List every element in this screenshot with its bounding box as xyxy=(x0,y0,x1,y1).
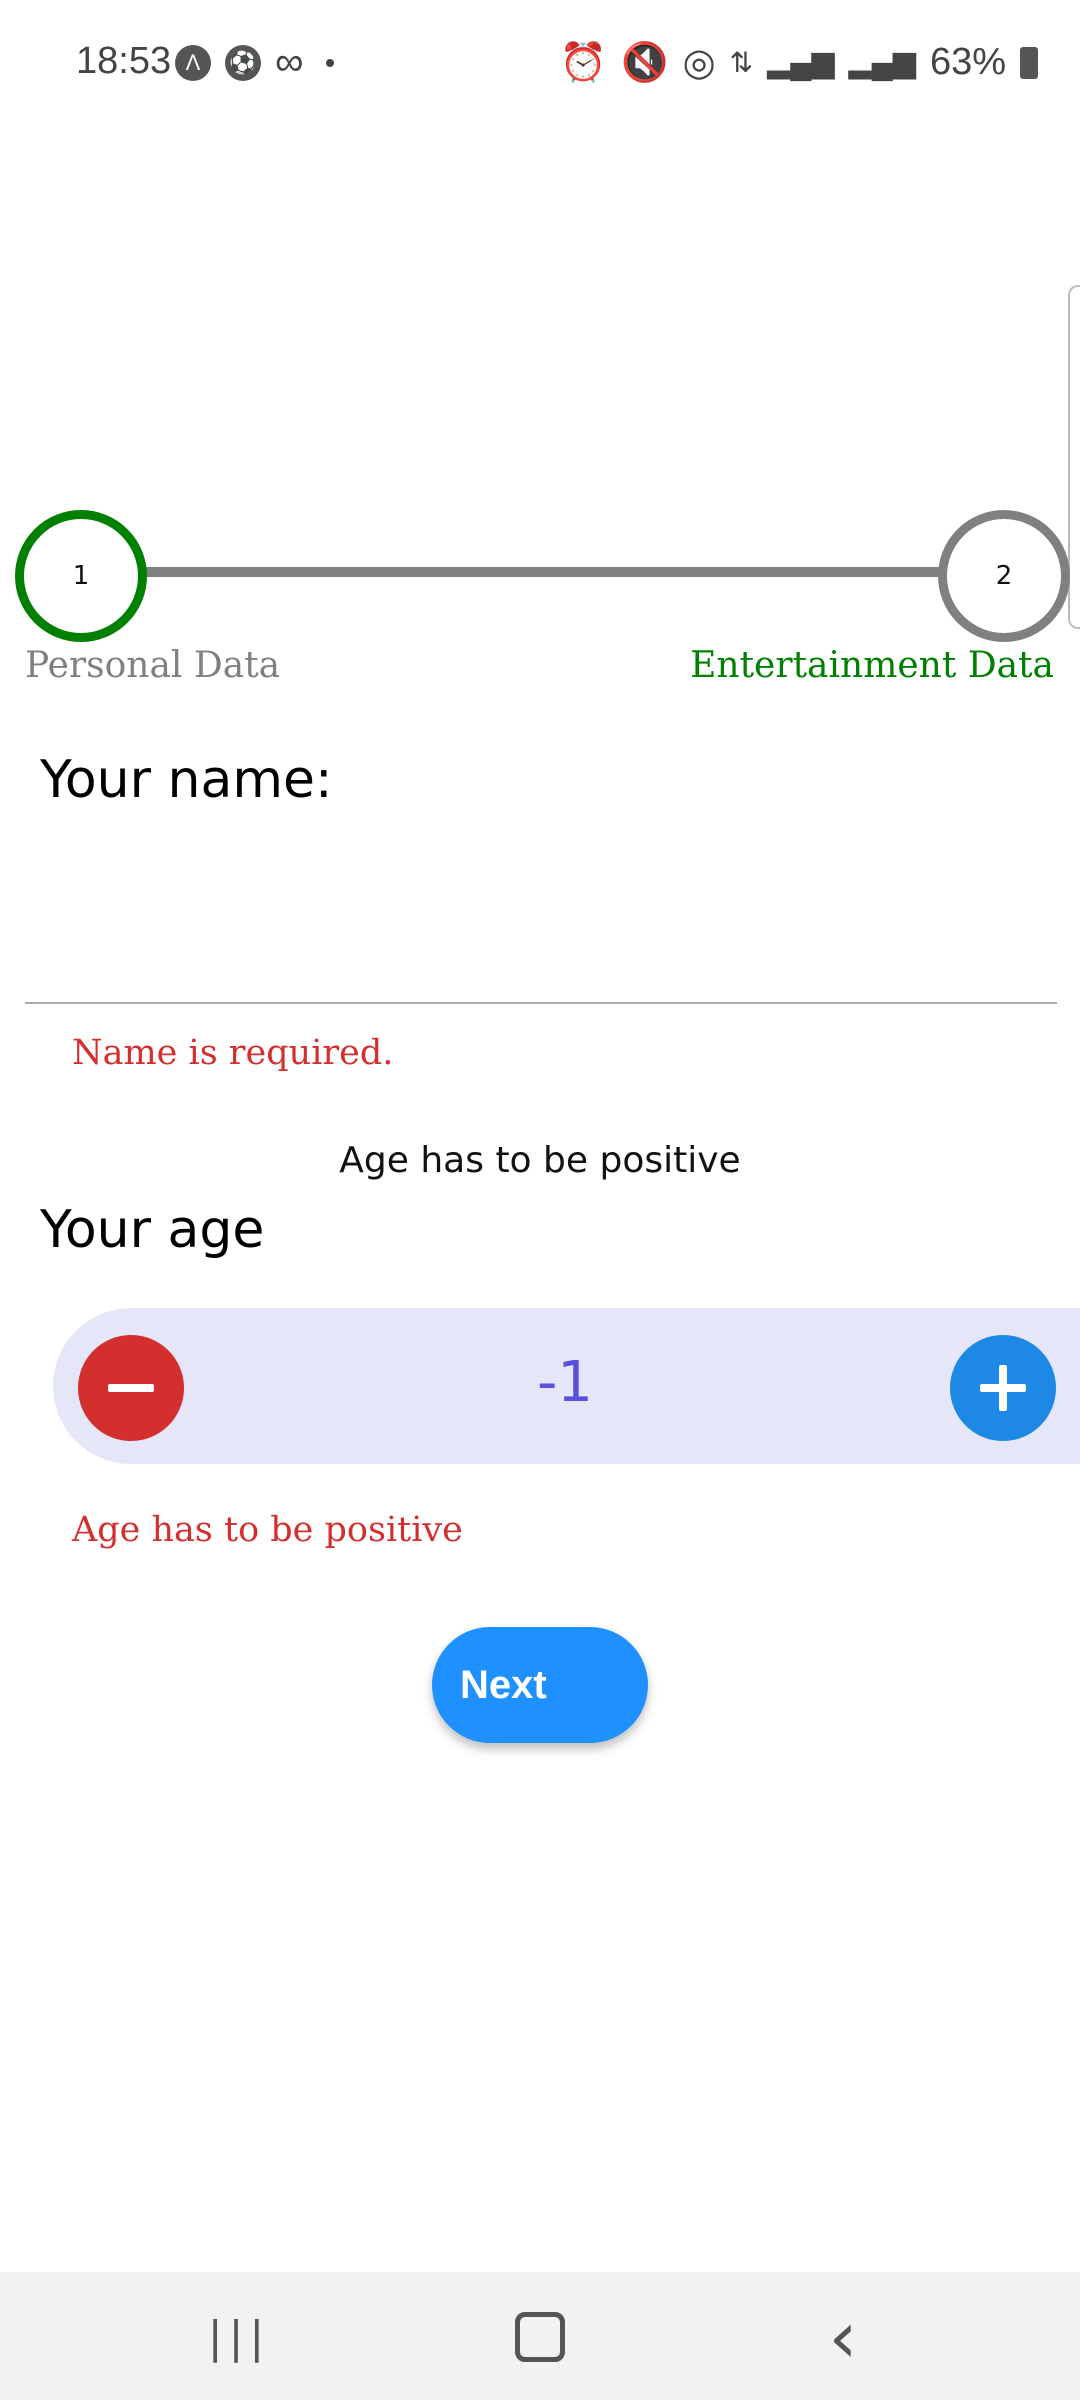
status-right-icons: ⏰ 🔇 ◎ ⇅ ▂▄▆ ▂▄▆ 63% xyxy=(560,40,1038,85)
step-1-label: Personal Data xyxy=(25,645,281,686)
age-value: -1 xyxy=(537,1350,593,1415)
status-time: 18:53 xyxy=(76,40,172,82)
recents-icon: ||| xyxy=(207,2311,271,2363)
back-button[interactable]: ‹ xyxy=(808,2295,878,2379)
name-label: Your name: xyxy=(40,750,333,810)
recents-button[interactable]: ||| xyxy=(204,2302,274,2372)
battery-percent: 63% xyxy=(929,41,1006,83)
signal-icon: ▂▄▆ xyxy=(848,46,916,79)
home-button[interactable] xyxy=(505,2302,575,2372)
home-icon xyxy=(515,2312,565,2362)
vibrate-mute-icon: 🔇 xyxy=(621,41,669,84)
stepper-connector xyxy=(130,567,950,577)
app-a-icon: Λ xyxy=(175,44,211,81)
increment-button[interactable] xyxy=(950,1335,1056,1441)
plus-icon xyxy=(980,1365,1026,1411)
status-left-icons: Λ ⚽ ∞ xyxy=(175,40,334,85)
step-2-circle[interactable]: 2 xyxy=(938,510,1070,642)
step-2-label: Entertainment Data xyxy=(690,645,1054,686)
age-error-text: Age has to be positive xyxy=(72,1510,463,1550)
data-arrows-icon: ⇅ xyxy=(729,47,754,78)
soccer-ball-icon: ⚽ xyxy=(225,44,261,81)
age-label: Your age xyxy=(40,1200,265,1260)
age-hint-text: Age has to be positive xyxy=(339,1140,741,1181)
step-1-number: 1 xyxy=(72,561,90,591)
step-1-circle[interactable]: 1 xyxy=(15,510,147,642)
signal-icon: ▂▄▆ xyxy=(767,46,835,79)
back-icon: ‹ xyxy=(828,2295,858,2379)
navigation-bar: ||| ‹ xyxy=(0,2272,1080,2400)
status-bar: 18:53 Λ ⚽ ∞ ⏰ 🔇 ◎ ⇅ ▂▄▆ ▂▄▆ 63% xyxy=(0,0,1080,120)
alarm-icon: ⏰ xyxy=(559,41,608,84)
infinity-icon: ∞ xyxy=(275,40,304,84)
next-button[interactable]: Next xyxy=(432,1627,648,1743)
name-error-text: Name is required. xyxy=(72,1033,394,1073)
name-input[interactable] xyxy=(25,850,1057,1004)
battery-icon xyxy=(1020,46,1038,79)
hotspot-icon: ◎ xyxy=(682,42,716,84)
notification-dot-icon xyxy=(325,58,334,67)
step-2-number: 2 xyxy=(995,561,1013,591)
